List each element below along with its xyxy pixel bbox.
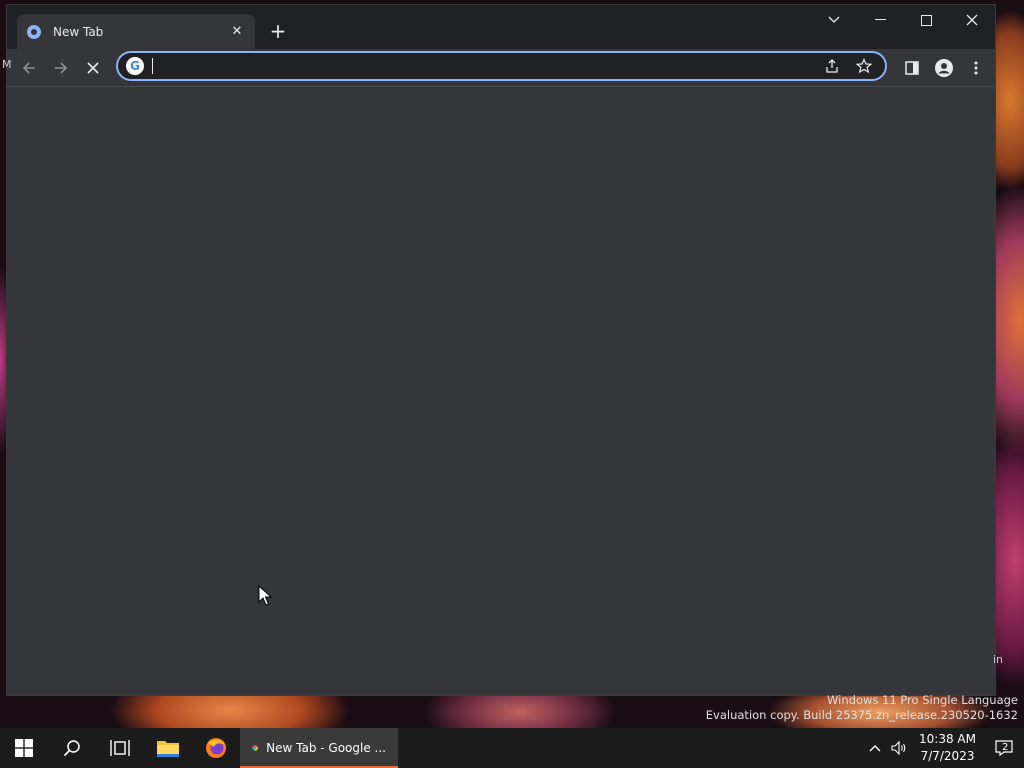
menu-dots-icon[interactable] bbox=[963, 55, 989, 81]
start-button[interactable] bbox=[0, 728, 48, 768]
watermark-line-1: Windows 11 Pro Single Language bbox=[827, 693, 1018, 707]
background-window-edge-text-right: in bbox=[993, 653, 1004, 666]
share-icon[interactable] bbox=[819, 53, 845, 79]
stop-loading-button[interactable] bbox=[80, 55, 106, 81]
task-view-icon[interactable] bbox=[96, 728, 144, 768]
notification-center-button[interactable]: 2 bbox=[984, 728, 1024, 768]
page-content[interactable] bbox=[7, 87, 995, 695]
bookmark-star-icon[interactable] bbox=[851, 53, 877, 79]
chrome-task-label: New Tab - Google ... bbox=[266, 741, 386, 755]
maximize-button[interactable] bbox=[903, 5, 949, 35]
clock-time: 10:38 AM bbox=[919, 732, 976, 746]
search-icon[interactable] bbox=[48, 728, 96, 768]
title-bar: New Tab ✕ + bbox=[7, 5, 995, 49]
minimize-button[interactable] bbox=[857, 5, 903, 35]
chrome-icon bbox=[252, 745, 259, 751]
volume-icon[interactable] bbox=[887, 728, 911, 768]
window-controls bbox=[811, 5, 995, 35]
profile-icon[interactable] bbox=[931, 55, 957, 81]
windows-watermark: Windows 11 Pro Single Language Evaluatio… bbox=[706, 693, 1018, 723]
background-window-edge-text: M bbox=[2, 58, 12, 71]
file-explorer-icon[interactable] bbox=[144, 728, 192, 768]
back-button[interactable] bbox=[16, 55, 42, 81]
browser-toolbar: G bbox=[7, 49, 995, 87]
forward-button[interactable] bbox=[48, 55, 74, 81]
firefox-icon[interactable] bbox=[192, 728, 240, 768]
taskbar-clock[interactable]: 10:38 AM 7/7/2023 bbox=[911, 731, 984, 765]
side-panel-icon[interactable] bbox=[899, 55, 925, 81]
address-bar[interactable]: G bbox=[116, 51, 887, 81]
toolbar-right bbox=[899, 55, 989, 81]
system-tray: 10:38 AM 7/7/2023 2 bbox=[863, 728, 1024, 768]
tab-title: New Tab bbox=[53, 24, 104, 39]
browser-window: New Tab ✕ + G bbox=[6, 4, 996, 696]
tab-search-icon[interactable] bbox=[811, 5, 857, 35]
chrome-favicon-icon bbox=[27, 24, 41, 39]
tab-new-tab[interactable]: New Tab ✕ bbox=[17, 14, 255, 49]
watermark-line-2: Evaluation copy. Build 25375.zn_release.… bbox=[705, 708, 1018, 722]
new-tab-button[interactable]: + bbox=[267, 19, 289, 43]
clock-date: 7/7/2023 bbox=[920, 749, 975, 763]
chrome-taskbar-button[interactable]: New Tab - Google ... bbox=[240, 728, 398, 768]
mouse-cursor-icon bbox=[258, 584, 273, 610]
close-window-button[interactable] bbox=[949, 5, 995, 35]
google-icon: G bbox=[126, 57, 144, 75]
tab-close-icon[interactable]: ✕ bbox=[229, 24, 245, 40]
notification-count-badge: 2 bbox=[1002, 742, 1009, 753]
address-input[interactable] bbox=[152, 58, 813, 74]
show-hidden-icons-chevron-icon[interactable] bbox=[863, 728, 887, 768]
taskbar: New Tab - Google ... 10:38 AM 7/7/2023 2 bbox=[0, 728, 1024, 768]
